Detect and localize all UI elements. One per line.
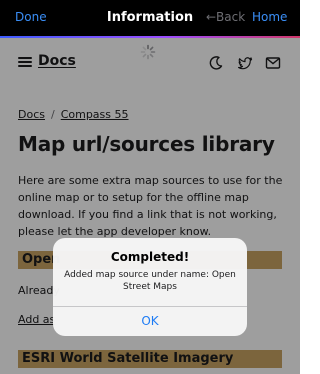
alert-dialog: Completed! Added map source under name: … [53,238,247,336]
browser-toolbar: Done Information ←Back Home [0,0,300,36]
alert-title: Completed! [110,250,190,264]
home-button[interactable]: Home [252,10,287,24]
back-button[interactable]: ←Back [206,10,245,24]
alert-ok-button[interactable]: OK [53,307,247,336]
alert-message: Added map source under name: Open Street… [64,270,236,292]
